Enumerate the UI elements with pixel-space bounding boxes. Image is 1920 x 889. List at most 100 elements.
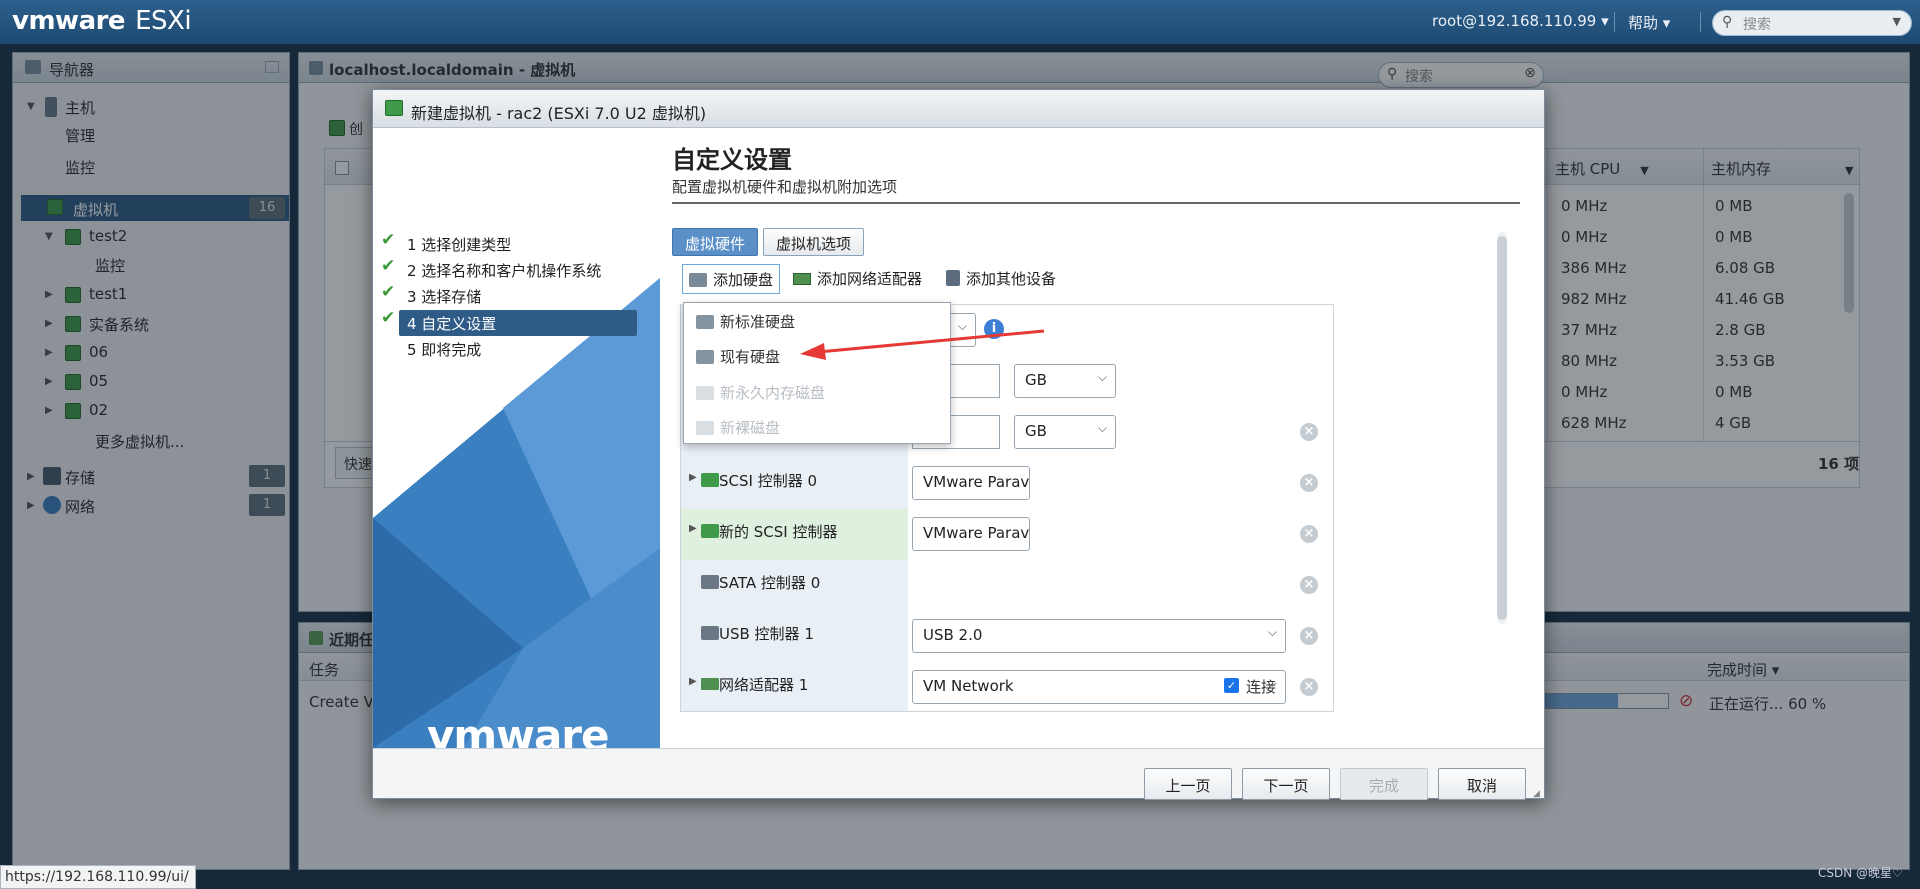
- wizard-title: 新建虚拟机 - rac2 (ESXi 7.0 U2 虚拟机): [411, 104, 707, 123]
- resize-grip-icon[interactable]: ◢: [1533, 789, 1540, 799]
- search-placeholder: 搜索: [1743, 17, 1771, 33]
- remove-icon[interactable]: ×: [1300, 627, 1318, 645]
- disk-unit-select[interactable]: GB ⌵: [1014, 415, 1116, 449]
- next-button[interactable]: 下一页: [1242, 768, 1330, 800]
- memory-unit: GB: [1025, 371, 1047, 389]
- expand-icon[interactable]: ▶: [689, 676, 697, 687]
- top-bar: vmware ESXi root@192.168.110.99 ▾ 帮助 ▾ ⚲ …: [0, 0, 1920, 44]
- hw-value: VMware Paravirtual ×: [908, 458, 1333, 509]
- scsi-icon: [701, 473, 719, 487]
- add-disk-label: 添加硬盘: [713, 271, 774, 289]
- top-search-input[interactable]: ⚲ 搜索 ▼: [1712, 10, 1912, 36]
- hw-value: USB 2.0 ⌵ ×: [908, 611, 1333, 662]
- cancel-button[interactable]: 取消: [1438, 768, 1526, 800]
- nic-label: 网络适配器 1: [719, 676, 809, 694]
- usb-value: USB 2.0: [923, 626, 983, 644]
- vmware-esxi-logo: vmware ESXi: [12, 6, 192, 36]
- check-icon: ✔: [381, 230, 396, 250]
- menu-item-new-standard-disk[interactable]: 新标准硬盘: [696, 311, 795, 332]
- step-2[interactable]: 2 选择名称和客户机操作系统: [407, 260, 601, 281]
- user-menu[interactable]: root@192.168.110.99 ▾: [1432, 12, 1609, 30]
- add-nic-label: 添加网络适配器: [817, 270, 923, 288]
- menu-item-label: 新裸磁盘: [720, 419, 781, 437]
- menu-item-existing-disk[interactable]: 现有硬盘: [696, 346, 780, 367]
- check-icon: ✔: [381, 308, 396, 328]
- search-icon: ⚲: [1722, 14, 1733, 30]
- vmware-logo: vmware: [427, 711, 609, 748]
- hw-label: ▶ 新的 SCSI 控制器: [681, 509, 908, 560]
- sata-icon: [701, 575, 719, 589]
- hw-label: ▶ 网络适配器 1: [681, 662, 908, 711]
- hw-value: 16 GB⌵: [908, 356, 1333, 407]
- step-1[interactable]: 1 选择创建类型: [407, 234, 511, 255]
- page-subtitle: 配置虚拟机硬件和虚拟机附加选项: [672, 178, 898, 196]
- divider: [672, 202, 1520, 204]
- scsi-icon: [701, 524, 719, 538]
- hw-value: VMware Paravirtual ×: [908, 509, 1333, 560]
- annotation-arrow: [800, 329, 1045, 360]
- raw-disk-icon: [696, 421, 714, 435]
- menu-item-label: 新永久内存磁盘: [720, 384, 826, 402]
- back-button[interactable]: 上一页: [1144, 768, 1232, 800]
- tab-virtual-hardware[interactable]: 虚拟硬件: [672, 228, 759, 256]
- step-5[interactable]: 5 即将完成: [407, 339, 481, 360]
- status-bar-url: https://192.168.110.99/ui/: [0, 865, 196, 889]
- divider: [1614, 12, 1615, 32]
- hard-disk-icon: [689, 273, 707, 287]
- add-nic-button[interactable]: 添加网络适配器: [793, 268, 922, 289]
- remove-icon[interactable]: ×: [1300, 525, 1318, 543]
- hw-value: 200 GB⌵ ×: [908, 407, 1333, 458]
- new-scsi-controller-row: ▶ 新的 SCSI 控制器 VMware Paravirtual ×: [681, 509, 1333, 560]
- step-3[interactable]: 3 选择存储: [407, 286, 481, 307]
- menu-item-new-raw-disk[interactable]: 新裸磁盘: [696, 417, 780, 438]
- remove-icon[interactable]: ×: [1300, 423, 1318, 441]
- add-disk-button[interactable]: 添加硬盘: [682, 264, 780, 294]
- expand-icon[interactable]: ▶: [689, 523, 697, 534]
- pmem-disk-icon: [696, 386, 714, 400]
- scsi0-label: SCSI 控制器 0: [719, 472, 818, 490]
- wizard-steps-pane: ✔ 1 选择创建类型 ✔ 2 选择名称和客户机操作系统 ✔ 3 选择存储 ✔ 4…: [373, 128, 660, 748]
- new-scsi-label: 新的 SCSI 控制器: [719, 523, 838, 541]
- new-scsi-type-select[interactable]: VMware Paravirtual: [912, 517, 1030, 551]
- step-4[interactable]: 4 自定义设置: [407, 313, 496, 334]
- network-adapter-row: ▶ 网络适配器 1 VM Network ⌵ ✓ 连接 ×: [681, 662, 1333, 711]
- scsi0-type-select[interactable]: VMware Paravirtual: [912, 466, 1030, 500]
- divider: [1700, 12, 1701, 32]
- connect-checkbox[interactable]: ✓: [1224, 678, 1239, 693]
- menu-item-new-pmem-disk[interactable]: 新永久内存磁盘: [696, 382, 825, 403]
- add-other-device-button[interactable]: 添加其他设备: [946, 268, 1056, 289]
- network-adapter-icon: [793, 273, 811, 285]
- hw-label: USB 控制器 1: [681, 611, 908, 662]
- sata-label: SATA 控制器 0: [719, 574, 821, 592]
- hard-disk-icon: [696, 315, 714, 329]
- hard-disk-icon: [696, 350, 714, 364]
- tab-vm-options[interactable]: 虚拟机选项: [763, 228, 865, 256]
- finish-button[interactable]: 完成: [1340, 768, 1428, 800]
- wizard-footer: 上一页 下一页 完成 取消 ◢: [373, 748, 1544, 800]
- connect-label: 连接: [1246, 678, 1277, 696]
- hw-label: SATA 控制器 0: [681, 560, 908, 611]
- vmware-background-art: [373, 278, 660, 748]
- hardware-scrollbar-thumb[interactable]: [1497, 236, 1507, 620]
- chevron-down-icon: ⌵: [1267, 625, 1277, 639]
- hw-value: ×: [908, 560, 1333, 611]
- memory-unit-select[interactable]: GB ⌵: [1014, 364, 1116, 398]
- remove-icon[interactable]: ×: [1300, 678, 1318, 696]
- usb-type-select[interactable]: USB 2.0 ⌵: [912, 619, 1286, 653]
- new-vm-wizard: 新建虚拟机 - rac2 (ESXi 7.0 U2 虚拟机) ✔ 1 选择创建类…: [372, 89, 1545, 800]
- chevron-down-icon: ⌵: [1097, 370, 1107, 384]
- hw-value: VM Network ⌵ ✓ 连接 ×: [908, 662, 1333, 711]
- device-icon: [946, 270, 960, 286]
- disk-unit: GB: [1025, 422, 1047, 440]
- help-menu[interactable]: 帮助 ▾: [1628, 12, 1670, 33]
- usb-icon: [701, 626, 719, 640]
- check-icon: ✔: [381, 256, 396, 276]
- expand-icon[interactable]: ▶: [689, 472, 697, 483]
- remove-icon[interactable]: ×: [1300, 474, 1318, 492]
- hw-label: ▶ SCSI 控制器 0: [681, 458, 908, 509]
- add-disk-menu: 新标准硬盘 现有硬盘 新永久内存磁盘 新裸磁盘: [683, 302, 951, 444]
- remove-icon[interactable]: ×: [1300, 576, 1318, 594]
- network-value: VM Network: [923, 677, 1014, 695]
- scsi-controller-0-row: ▶ SCSI 控制器 0 VMware Paravirtual ×: [681, 458, 1333, 509]
- add-other-label: 添加其他设备: [966, 270, 1057, 288]
